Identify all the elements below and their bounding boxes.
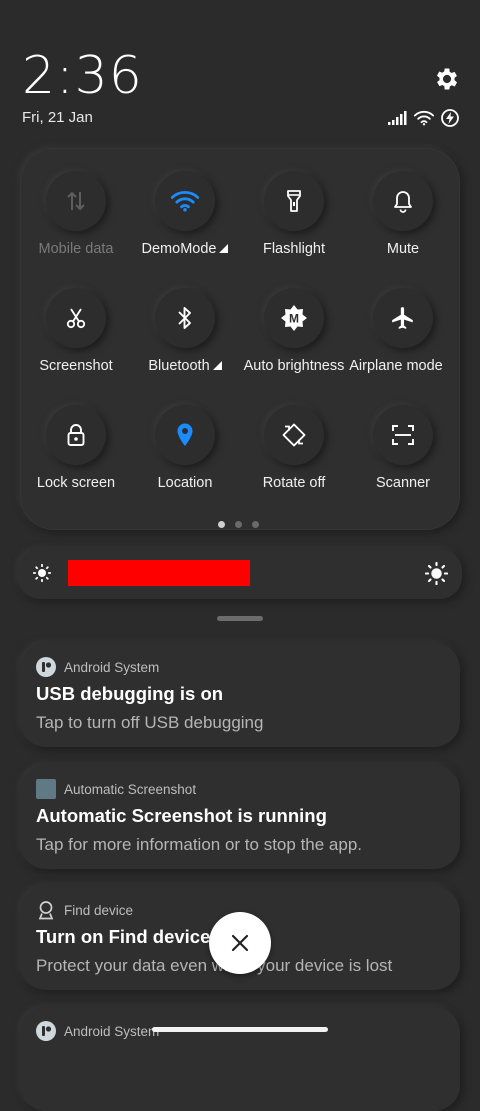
svg-text:M: M <box>289 312 299 326</box>
tile-label: Lock screen <box>36 475 116 491</box>
notification-title: USB debugging is on <box>36 683 224 704</box>
status-icons <box>388 108 460 128</box>
notification-app-row: Android System <box>36 1021 159 1041</box>
drag-handle[interactable] <box>217 616 263 621</box>
auto-brightness-button[interactable]: M <box>264 288 324 348</box>
scanner-icon <box>392 425 414 445</box>
tile-label: Screenshot <box>39 358 113 374</box>
flashlight-icon <box>287 190 301 212</box>
notification-app-name: Find device <box>64 902 134 918</box>
notification-app-row: Find device <box>36 900 133 920</box>
gesture-nav-bar[interactable] <box>152 1027 328 1032</box>
notification-app-row: Android System <box>36 657 159 677</box>
rotate-icon <box>282 423 306 447</box>
automatic-screenshot-icon <box>36 779 56 799</box>
close-icon <box>231 934 249 952</box>
wifi-button[interactable] <box>155 171 215 231</box>
tile-label-row: Bluetooth <box>130 358 240 374</box>
notification-app-name: Android System <box>64 1023 160 1039</box>
tile-label: DemoMode <box>141 241 217 257</box>
airplane-mode-button[interactable] <box>373 288 433 348</box>
lock-screen-button[interactable] <box>46 405 106 465</box>
expand-triangle-icon <box>219 244 229 253</box>
clock: 2:36 <box>22 46 143 106</box>
mobile-data-icon <box>67 191 85 211</box>
flashlight-button[interactable] <box>264 171 324 231</box>
screenshot-button[interactable] <box>46 288 106 348</box>
tile-scanner[interactable]: Scanner <box>348 405 458 491</box>
tile-mobile-data[interactable]: Mobile data <box>21 171 131 257</box>
tile-label: Auto brightness <box>243 358 345 374</box>
bluetooth-button[interactable] <box>155 288 215 348</box>
notification-app-row: Automatic Screenshot <box>36 779 196 799</box>
tile-label: Scanner <box>375 475 430 491</box>
find-device-icon <box>38 901 54 920</box>
signal-icon <box>388 111 407 125</box>
notification-text: Tap for more information or to stop the … <box>36 835 363 854</box>
tile-label: Rotate off <box>262 475 326 491</box>
notification-title: Automatic Screenshot is running <box>36 805 327 826</box>
wifi-status-icon <box>414 111 434 126</box>
page-dot[interactable] <box>252 521 259 528</box>
page-indicator <box>218 521 259 528</box>
scanner-button[interactable] <box>373 405 433 465</box>
page-dot[interactable] <box>235 521 242 528</box>
wifi-icon <box>171 190 199 212</box>
tile-location[interactable]: Location <box>130 405 240 491</box>
redacted-slider-fill <box>68 560 250 586</box>
android-system-icon <box>36 1021 56 1041</box>
tile-airplane-mode[interactable]: Airplane mode <box>348 288 458 374</box>
location-button[interactable] <box>155 405 215 465</box>
scissors-icon <box>66 308 86 329</box>
tile-wifi[interactable]: DemoMode <box>130 171 240 257</box>
notification-card[interactable]: Automatic Screenshot Automatic Screensho… <box>20 765 460 869</box>
notification-card[interactable]: Android System <box>20 1007 460 1111</box>
tile-label: Mobile data <box>38 241 114 257</box>
tile-flashlight[interactable]: Flashlight <box>239 171 349 257</box>
auto-brightness-icon: M <box>281 305 307 331</box>
brightness-high-icon <box>425 562 448 585</box>
rotate-button[interactable] <box>264 405 324 465</box>
notification-title: Turn on Find device <box>36 926 211 947</box>
tile-label: Airplane mode <box>349 358 443 374</box>
notification-app-name: Automatic Screenshot <box>64 781 197 797</box>
date: Fri, 21 Jan <box>22 109 93 126</box>
tile-mute[interactable]: Mute <box>348 171 458 257</box>
tile-label-row: DemoMode <box>130 241 240 257</box>
location-icon <box>177 423 193 446</box>
tile-lock-screen[interactable]: Lock screen <box>21 405 131 491</box>
lock-icon <box>67 424 85 446</box>
airplane-icon <box>392 307 413 329</box>
notification-card[interactable]: Android System USB debugging is on Tap t… <box>20 643 460 747</box>
notification-text: Tap to turn off USB debugging <box>36 713 264 732</box>
brightness-low-icon <box>33 564 51 582</box>
bluetooth-icon <box>178 307 191 329</box>
notification-app-name: Android System <box>64 659 160 675</box>
clear-all-button[interactable] <box>209 912 271 974</box>
expand-triangle-icon <box>212 361 222 370</box>
mobile-data-button[interactable] <box>46 171 106 231</box>
tile-label: Mute <box>386 241 420 257</box>
tile-rotate[interactable]: Rotate off <box>239 405 349 491</box>
tile-bluetooth[interactable]: Bluetooth <box>130 288 240 374</box>
android-system-icon <box>36 657 56 677</box>
mute-button[interactable] <box>373 171 433 231</box>
tile-label: Flashlight <box>262 241 326 257</box>
battery-charging-icon <box>441 109 459 127</box>
tile-screenshot[interactable]: Screenshot <box>21 288 131 374</box>
bell-icon <box>394 191 412 213</box>
page-dot[interactable] <box>218 521 225 528</box>
tile-label: Bluetooth <box>148 358 210 374</box>
settings-gear-icon[interactable] <box>433 65 461 93</box>
tile-auto-brightness[interactable]: M Auto brightness <box>239 288 349 374</box>
tile-label: Location <box>157 475 213 491</box>
